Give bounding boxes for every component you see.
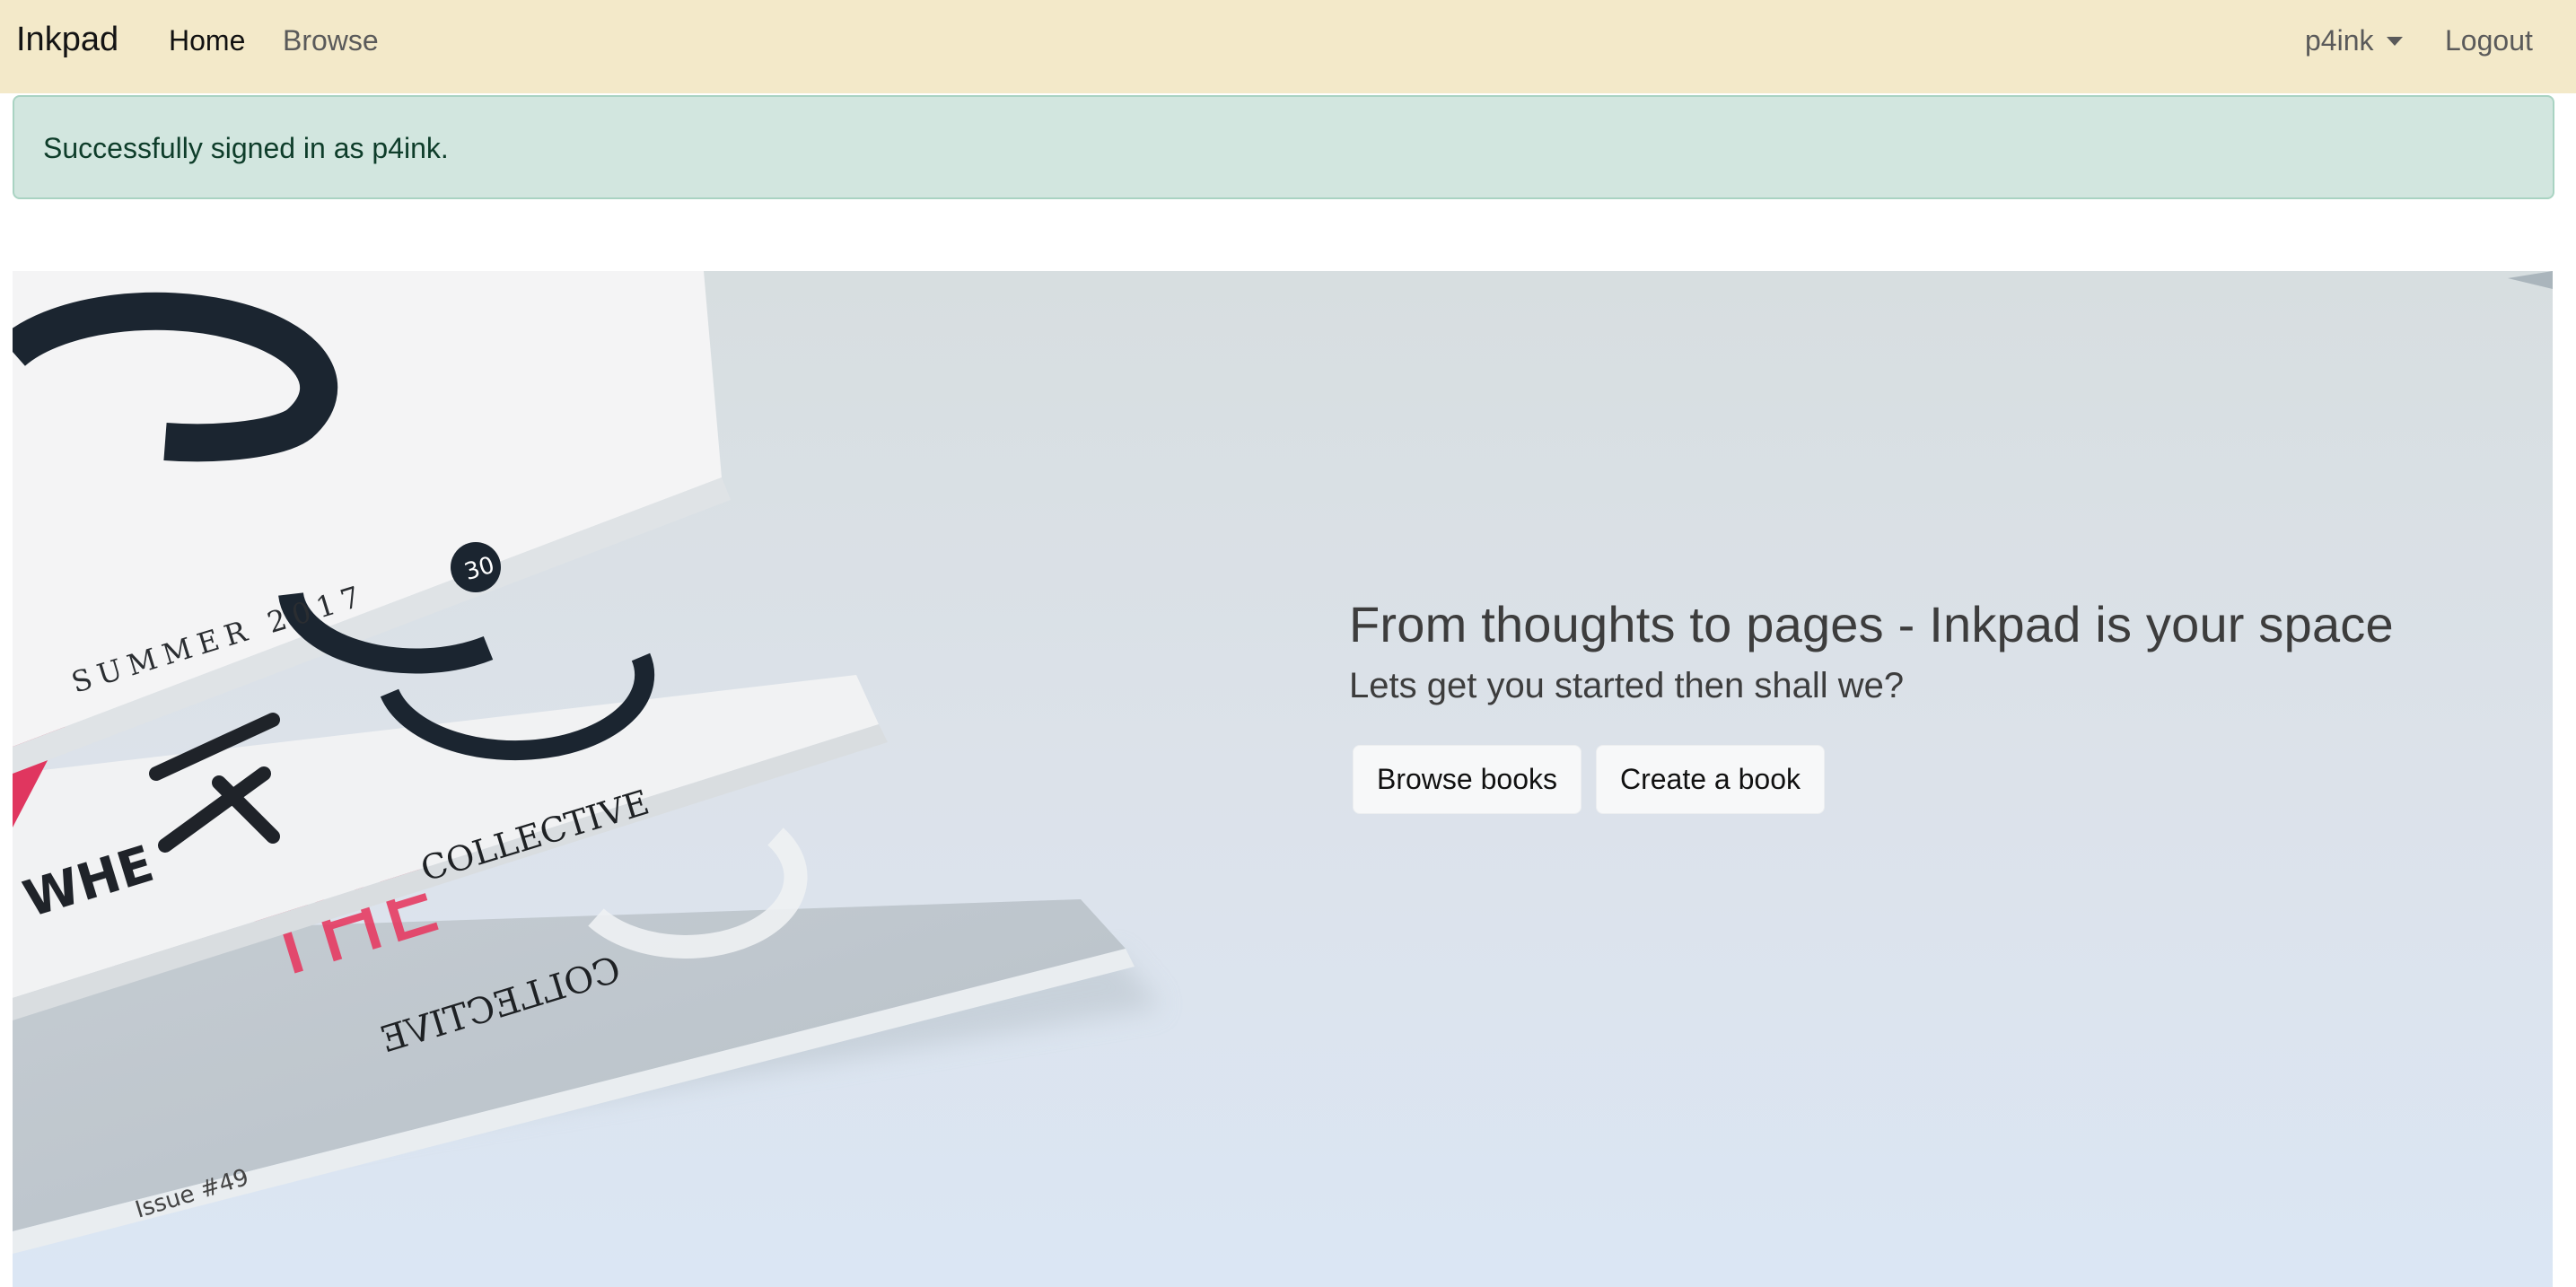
nav-browse-link[interactable]: Browse [283,22,379,59]
success-alert: Successfully signed in as p4ink. [13,95,2554,199]
hero-banner: COLLECTIVE THE Issue #49 COLLECTIVE WHE … [13,271,2553,1287]
hero-content: From thoughts to pages - Inkpad is your … [1349,592,2394,814]
alert-message: Successfully signed in as p4ink. [43,132,449,164]
brand-logo-link[interactable]: Inkpad [16,18,118,61]
top-navbar: Inkpad Home Browse p4ink Logout [0,0,2576,93]
create-book-button[interactable]: Create a book [1595,745,1825,814]
user-menu-label: p4ink [2305,24,2374,57]
browse-books-button[interactable]: Browse books [1353,745,1582,814]
logout-link[interactable]: Logout [2445,22,2533,59]
hero-button-group: Browse books Create a book [1349,745,2394,814]
hero-subtitle: Lets get you started then shall we? [1349,666,1905,705]
hero-title: From thoughts to pages - Inkpad is your … [1349,596,2394,652]
nav-home-link[interactable]: Home [169,22,245,59]
user-menu-dropdown[interactable]: p4ink [2305,22,2403,59]
caret-down-icon [2386,37,2403,46]
